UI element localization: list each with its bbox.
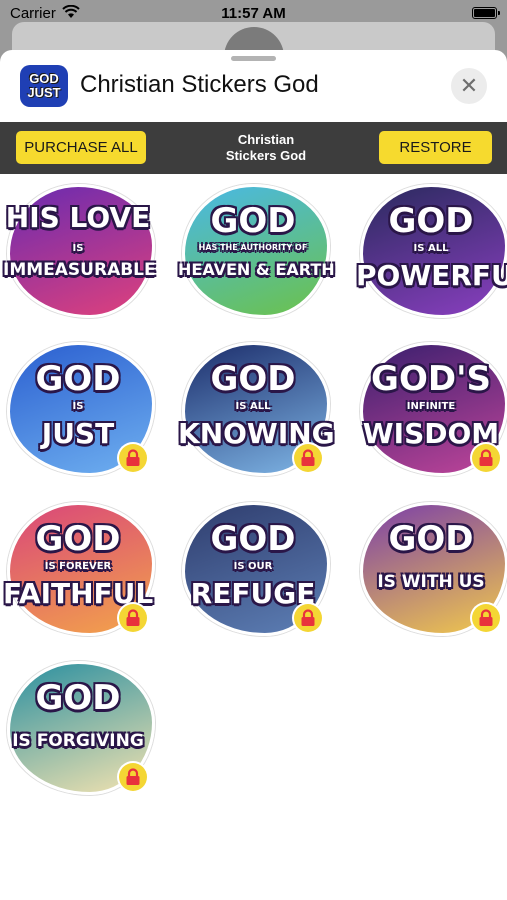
purchase-toolbar: PURCHASE ALL Christian Stickers God REST… [0,122,507,174]
sticker-text-line: GOD [35,519,121,559]
sticker-grid: HIS LOVE IS IMMEASURABLE GOD HAS THE AUTHORI… [0,174,507,900]
sticker-item[interactable]: GOD IS FOREVER FAITHFUL [3,496,155,636]
sticker-item[interactable]: GOD IS OUR REFUGE [178,496,330,636]
sticker-text-line: GOD [210,201,296,241]
sticker-item[interactable]: GOD IS ALL KNOWING [178,336,335,476]
sticker-text-line: IS [72,401,84,412]
sticker-text-line: IS FOREVER [44,561,112,572]
sticker-item[interactable]: GOD IS JUST [3,336,155,476]
app-icon: GOD JUST [20,65,68,107]
toolbar-title-line-2: Stickers God [225,148,307,163]
sticker-text-line: IS ALL [413,243,449,254]
sticker-item[interactable]: GOD HAS THE AUTHORITY OF HEAVEN & EARTH [178,178,335,318]
sticker-sheet: GOD JUST Christian Stickers God ✕ PURCHA… [0,50,507,900]
sticker-text-line: IS FORGIVING [12,731,144,751]
purchase-all-button[interactable]: PURCHASE ALL [16,131,146,164]
app-icon-line-1: GOD [29,71,59,86]
lock-icon [472,604,500,632]
sticker-text-line: IS ALL [235,401,271,412]
app-icon-line-2: JUST [27,85,61,100]
sticker-text-line: GOD [210,519,296,559]
lock-icon [472,444,500,472]
sticker-text-line: HAS THE AUTHORITY OF [198,243,308,252]
lock-icon [119,763,147,791]
restore-button[interactable]: RESTORE [379,131,492,164]
lock-icon [294,444,322,472]
sticker-text-line: POWERFUL [356,259,507,292]
battery-icon [472,7,500,19]
clock: 11:57 AM [221,5,286,22]
sticker-text-line: HIS LOVE [5,201,151,234]
app-title: Christian Stickers God [80,71,319,98]
app-header: GOD JUST Christian Stickers God ✕ [0,50,507,120]
sticker-text-line: GOD [210,359,296,399]
sticker-text-line: GOD [35,678,121,718]
sticker-text-line: INFINITE [406,401,456,412]
sticker-text-line: IS OUR [233,561,273,572]
sticker-text-line: GOD [35,359,121,399]
sticker-text-line: HEAVEN & EARTH [178,260,335,279]
sticker-text-line: IS [72,243,84,254]
toolbar-title: Christian Stickers God [196,132,336,164]
sticker-text-line: IS WITH US [377,572,485,592]
sticker-item[interactable]: GOD IS FORGIVING [3,655,155,795]
close-icon: ✕ [459,73,479,98]
sticker-item[interactable]: GOD IS WITH US [356,496,507,636]
close-button[interactable]: ✕ [451,68,487,104]
sticker-text-line: GOD [388,201,474,241]
sticker-text-line: IMMEASURABLE [3,260,156,280]
sticker-item[interactable]: GOD IS ALL POWERFUL [356,178,507,318]
lock-icon [119,604,147,632]
lock-icon [294,604,322,632]
lock-icon [119,444,147,472]
toolbar-title-line-1: Christian [237,132,295,147]
sticker-item[interactable]: HIS LOVE IS IMMEASURABLE [3,178,156,318]
sticker-item[interactable]: GOD'S INFINITE WISDOM [356,336,507,476]
sticker-text-line: GOD'S [371,359,491,399]
sticker-text-line: GOD [388,519,474,559]
